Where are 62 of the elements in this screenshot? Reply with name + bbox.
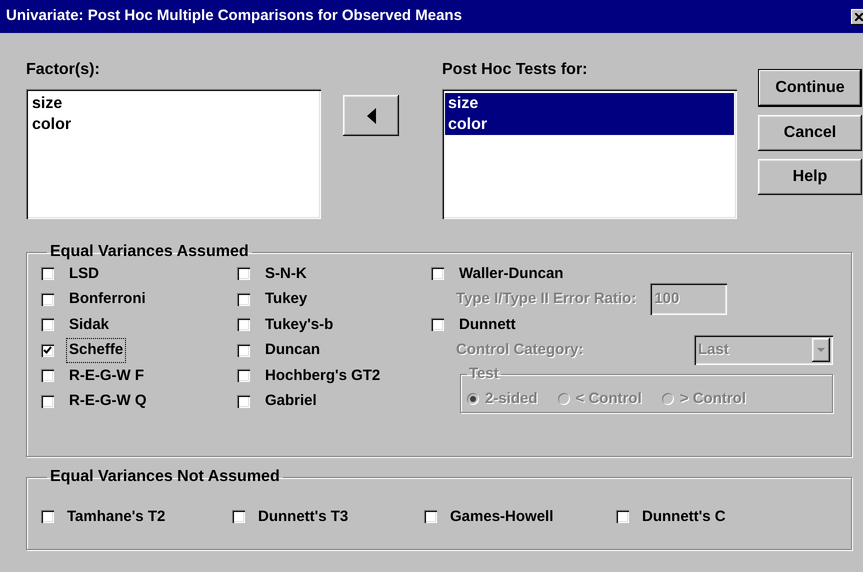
checkbox[interactable] [424,510,437,524]
radio-button[interactable] [662,393,674,406]
checkbox[interactable] [431,318,444,332]
checkbox-label[interactable]: Scheffe [66,338,126,362]
checkbox-label[interactable]: Hochberg's GT2 [262,364,384,388]
checkbox[interactable] [41,510,54,524]
checkbox[interactable] [232,510,245,524]
dialog-button[interactable]: Cancel [758,115,862,151]
checkbox[interactable] [237,394,250,408]
list-label: Post Hoc Tests for: [442,60,588,80]
checkbox[interactable] [41,318,54,332]
dialog-button[interactable]: Help [758,159,862,195]
checkbox-label[interactable]: Dunnett's T3 [255,504,352,529]
dropdown-arrow-button[interactable] [812,338,830,362]
list-item[interactable]: color [445,114,734,135]
checkbox-label[interactable]: S-N-K [262,262,310,286]
checkbox-label[interactable]: Tukey's-b [262,312,336,337]
checkbox[interactable] [41,369,54,382]
checkbox-label[interactable]: Dunnett [456,312,519,337]
checkbox-label[interactable]: Tamhane's T2 [64,504,168,529]
dialog-button[interactable]: Continue [758,69,862,107]
checkbox-label[interactable]: Bonferroni [66,287,149,312]
checkbox[interactable] [41,292,54,306]
checkbox-label[interactable]: Sidak [66,312,112,337]
checkbox[interactable] [41,394,54,408]
checkbox-label[interactable]: Duncan [262,338,324,362]
checkbox-label[interactable]: Dunnett's C [639,504,729,529]
field-label: Control Category: [456,340,584,360]
checkbox-label[interactable]: Tukey [262,287,310,312]
checkbox[interactable] [431,267,444,280]
close-button[interactable] [851,8,863,24]
list-item[interactable]: size [29,93,318,114]
checkbox[interactable] [41,267,54,280]
caret-icon [817,348,825,352]
checkbox[interactable] [41,344,54,357]
checkbox-label[interactable]: R-E-G-W F [66,364,147,388]
checkbox-label[interactable]: LSD [66,262,102,286]
factors-listbox[interactable]: size color [26,89,321,219]
list-item[interactable]: color [29,114,318,135]
checkbox-label[interactable]: R-E-G-W Q [66,389,150,414]
window-title: Univariate: Post Hoc Multiple Comparisons for Observed Means [6,6,462,26]
checkbox[interactable] [237,318,250,332]
left-arrow-icon [366,108,376,124]
list-item[interactable]: size [445,93,734,114]
radio-button[interactable] [558,393,570,406]
move-button[interactable] [343,95,399,136]
checkbox-label[interactable]: Waller-Duncan [456,262,566,286]
checkbox[interactable] [237,292,250,306]
group-title: Equal Variances Assumed [49,243,250,261]
checkbox[interactable] [616,510,629,524]
checkbox[interactable] [237,369,250,382]
post-hoc-listbox[interactable]: size color [442,89,737,219]
close-icon [855,12,863,20]
checkbox-label[interactable]: Games-Howell [447,504,556,529]
radio-button[interactable] [467,393,479,406]
checkbox-label[interactable]: Gabriel [262,389,320,414]
field-label: Type I/Type II Error Ratio: [456,289,636,309]
dropdown-value: Last [698,340,729,360]
checkbox[interactable] [237,344,250,357]
list-label: Factor(s): [26,60,101,80]
checkbox[interactable] [237,267,250,280]
group-title: Equal Variances Not Assumed [49,468,281,486]
